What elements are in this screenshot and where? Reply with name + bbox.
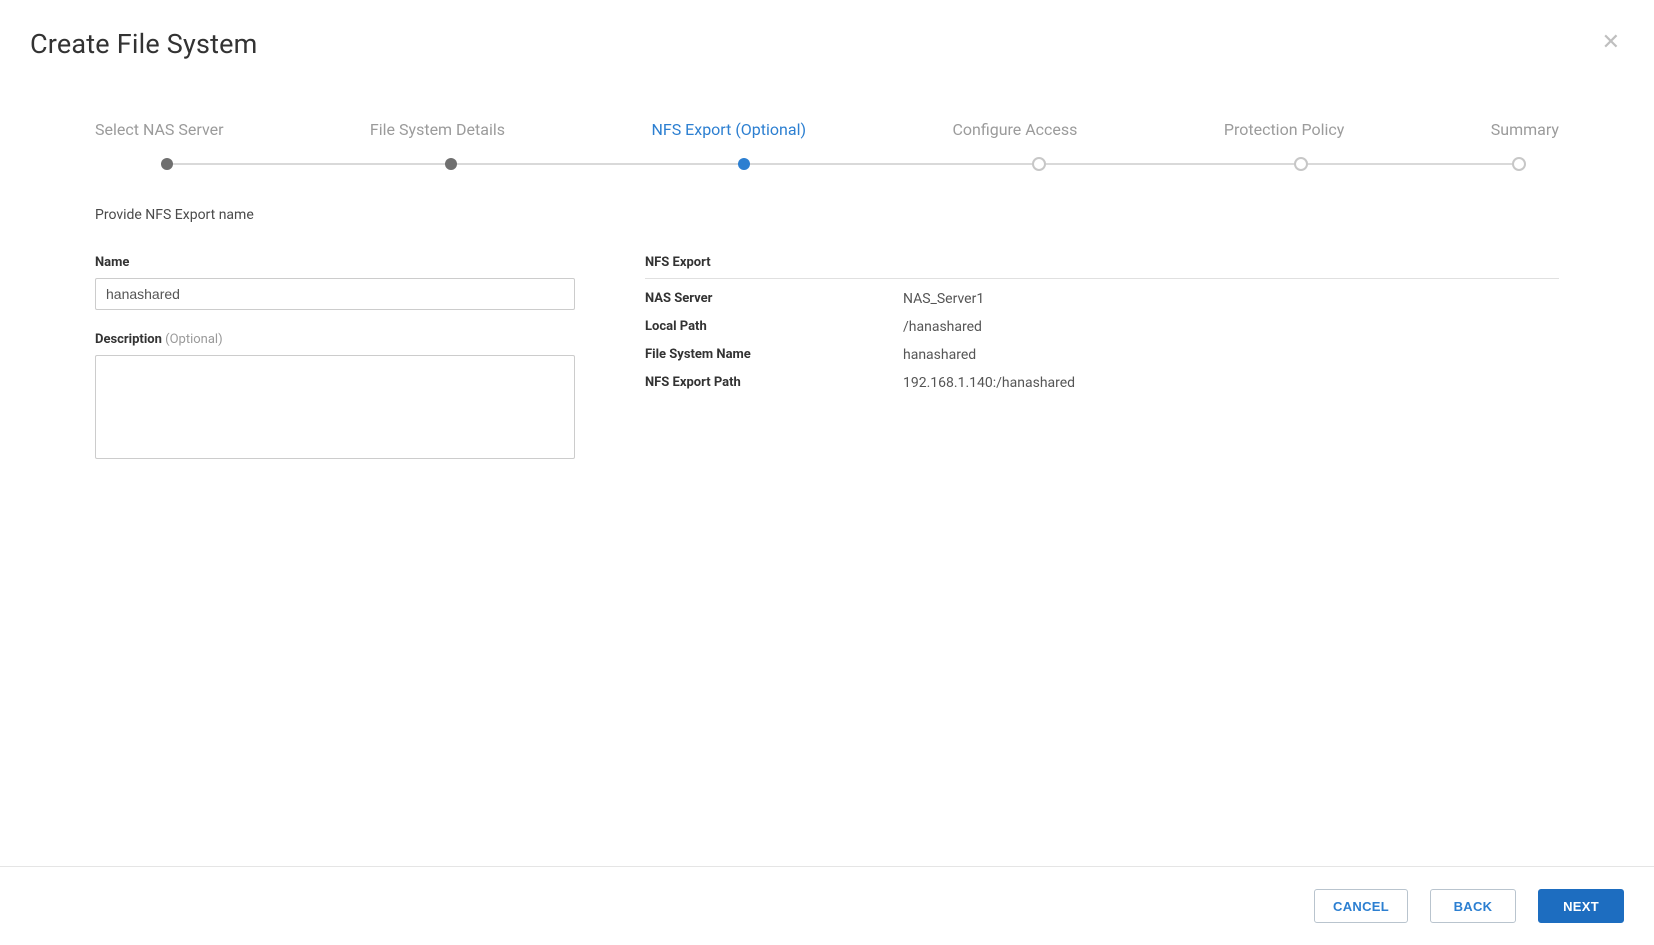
description-optional: (Optional) <box>165 332 222 347</box>
step-label-1: Select NAS Server <box>95 120 224 139</box>
summary-val: hanashared <box>903 347 976 363</box>
summary-title: NFS Export <box>645 255 1559 279</box>
next-button[interactable]: NEXT <box>1538 889 1624 923</box>
name-label: Name <box>95 255 575 270</box>
back-button[interactable]: BACK <box>1430 889 1516 923</box>
summary-val: NAS_Server1 <box>903 291 984 307</box>
summary-row: File System Name hanashared <box>645 347 1559 363</box>
page-title: Create File System <box>30 28 258 60</box>
summary-val: /hanashared <box>903 319 982 335</box>
close-icon[interactable]: ✕ <box>1598 28 1624 58</box>
step-line <box>167 163 1519 165</box>
summary-key: Local Path <box>645 319 903 335</box>
step-label-6: Summary <box>1491 120 1559 139</box>
step-node-1 <box>161 158 173 170</box>
wizard-footer: CANCEL BACK NEXT <box>0 866 1654 945</box>
wizard-stepper: Select NAS Server File System Details NF… <box>95 120 1559 171</box>
step-node-6 <box>1512 157 1526 171</box>
summary-val: 192.168.1.140:/hanashared <box>903 375 1075 391</box>
summary-row: NAS Server NAS_Server1 <box>645 291 1559 307</box>
step-node-3 <box>738 158 750 170</box>
name-input[interactable] <box>95 278 575 310</box>
step-node-5 <box>1294 157 1308 171</box>
summary-row: Local Path /hanashared <box>645 319 1559 335</box>
step-node-2 <box>445 158 457 170</box>
description-label: Description (Optional) <box>95 332 575 347</box>
summary-row: NFS Export Path 192.168.1.140:/hanashare… <box>645 375 1559 391</box>
section-instruction: Provide NFS Export name <box>95 207 1559 223</box>
summary-key: File System Name <box>645 347 903 363</box>
step-label-3: NFS Export (Optional) <box>651 120 806 139</box>
cancel-button[interactable]: CANCEL <box>1314 889 1408 923</box>
description-input[interactable] <box>95 355 575 459</box>
summary-key: NAS Server <box>645 291 903 307</box>
step-label-2: File System Details <box>370 120 505 139</box>
summary-key: NFS Export Path <box>645 375 903 391</box>
step-label-5: Protection Policy <box>1224 120 1344 139</box>
step-node-4 <box>1032 157 1046 171</box>
step-label-4: Configure Access <box>952 120 1077 139</box>
description-label-text: Description <box>95 332 162 347</box>
